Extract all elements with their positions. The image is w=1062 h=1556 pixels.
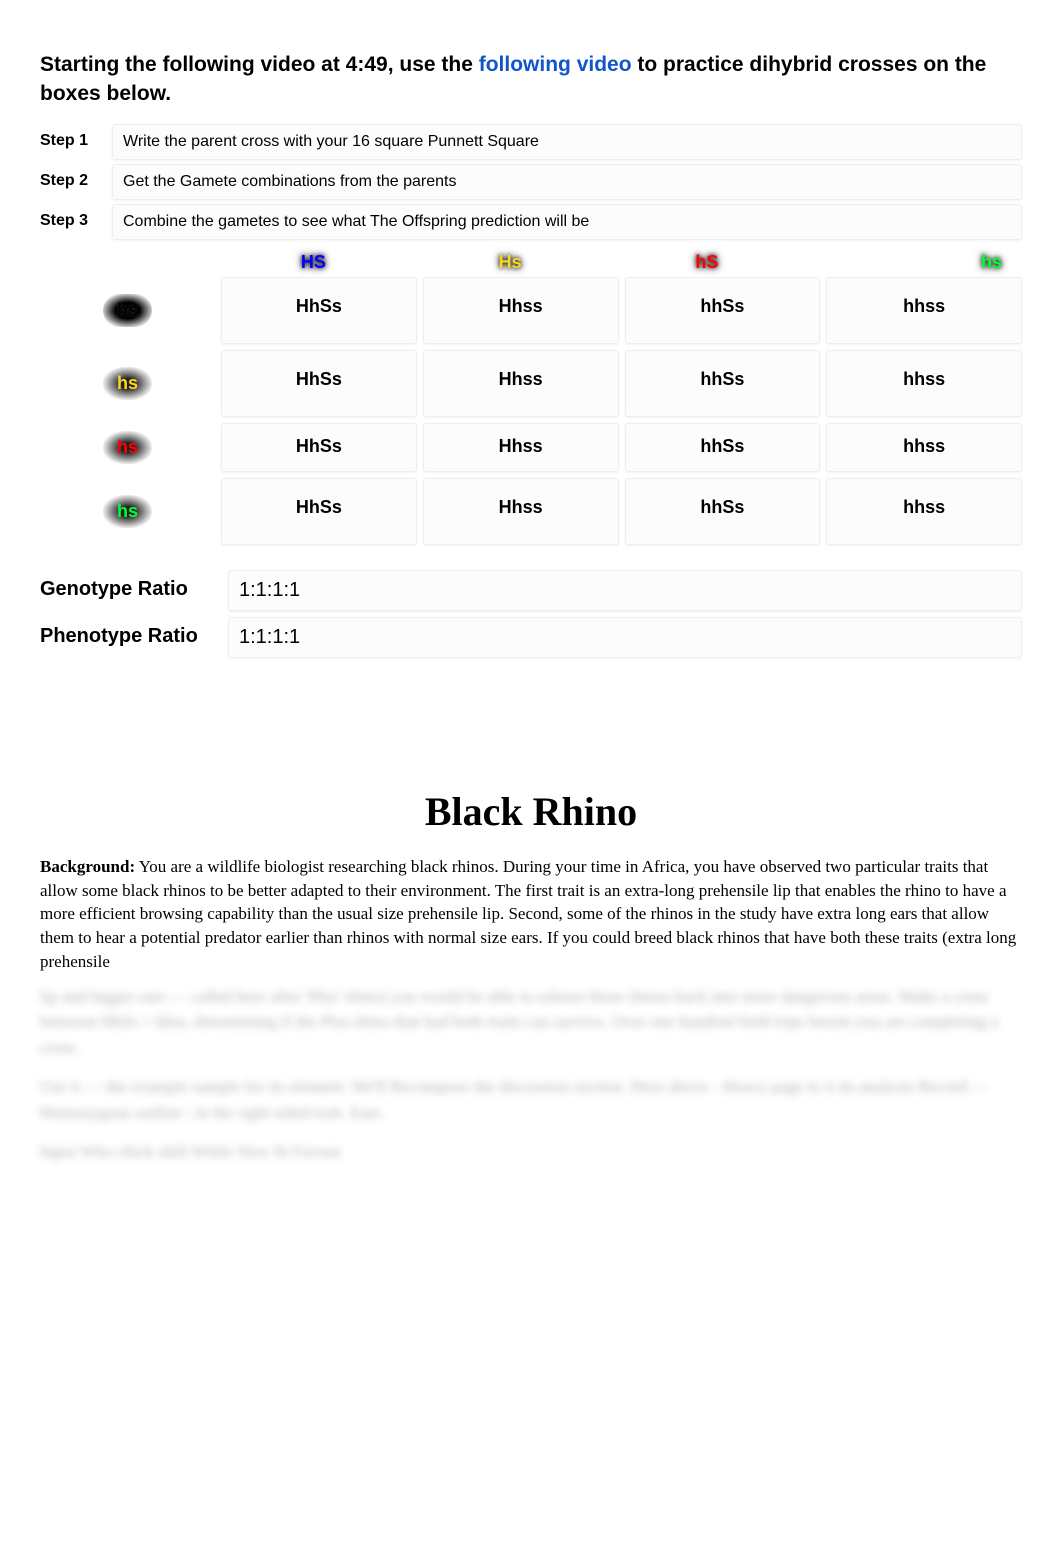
step-row-2: Step 2 Get the Gamete combinations from … (40, 164, 1022, 200)
col-header-2: Hs (412, 248, 609, 277)
faded-content: lip and bigger ears — called here after … (40, 984, 1022, 1165)
punnett-cell-4-2[interactable]: Hhss (423, 478, 619, 545)
row-header-3-text: hs (103, 431, 152, 464)
phenotype-ratio-row: Phenotype Ratio 1:1:1:1 (40, 617, 1022, 658)
genotype-ratio-input[interactable]: 1:1:1:1 (228, 570, 1022, 611)
corner-spacer (40, 248, 215, 277)
faded-line-2: Use it — the example sample for its elem… (40, 1074, 1022, 1125)
faded-line-3: Input Who chick skill While New fit Favo… (40, 1139, 1022, 1165)
punnett-cell-2-1[interactable]: HhSs (221, 350, 417, 417)
intro-heading: Starting the following video at 4:49, us… (40, 50, 1022, 109)
punnett-cell-1-2[interactable]: Hhss (423, 277, 619, 344)
punnett-cell-1-4[interactable]: hhss (826, 277, 1022, 344)
punnett-cell-2-4[interactable]: hhss (826, 350, 1022, 417)
punnett-cell-1-3[interactable]: hhSs (625, 277, 821, 344)
phenotype-ratio-label: Phenotype Ratio (40, 617, 220, 658)
row-header-2-text: hs (103, 367, 152, 400)
step-3-input[interactable]: Combine the gametes to see what The Offs… (112, 204, 1022, 240)
punnett-cell-2-3[interactable]: hhSs (625, 350, 821, 417)
genotype-ratio-row: Genotype Ratio 1:1:1:1 (40, 570, 1022, 611)
background-paragraph: Background: You are a wildlife biologist… (40, 855, 1022, 974)
row-header-2: hs (40, 350, 215, 417)
punnett-row-3: hs HhSs Hhss hhSs hhss (40, 423, 1022, 472)
punnett-cell-1-1[interactable]: HhSs (221, 277, 417, 344)
punnett-cell-2-2[interactable]: Hhss (423, 350, 619, 417)
col-header-1: HS (215, 248, 412, 277)
punnett-cell-4-3[interactable]: hhSs (625, 478, 821, 545)
punnett-row-1: hs HhSs Hhss hhSs hhss (40, 277, 1022, 344)
col-header-3: hS (609, 248, 806, 277)
punnett-cell-4-1[interactable]: HhSs (221, 478, 417, 545)
background-label: Background: (40, 857, 135, 876)
genotype-ratio-label: Genotype Ratio (40, 570, 220, 611)
punnett-row-2: hs HhSs Hhss hhSs hhss (40, 350, 1022, 417)
background-text: You are a wildlife biologist researching… (40, 857, 1016, 971)
following-video-link[interactable]: following video (479, 53, 632, 76)
phenotype-ratio-input[interactable]: 1:1:1:1 (228, 617, 1022, 658)
punnett-cell-3-1[interactable]: HhSs (221, 423, 417, 472)
step-2-input[interactable]: Get the Gamete combinations from the par… (112, 164, 1022, 200)
row-header-4-text: hs (103, 495, 152, 528)
punnett-cell-3-2[interactable]: Hhss (423, 423, 619, 472)
step-3-label: Step 3 (40, 204, 104, 240)
punnett-cell-4-4[interactable]: hhss (826, 478, 1022, 545)
faded-line-1: lip and bigger ears — called here after … (40, 984, 1022, 1061)
punnett-cell-3-4[interactable]: hhss (826, 423, 1022, 472)
step-1-input[interactable]: Write the parent cross with your 16 squa… (112, 124, 1022, 160)
row-header-3: hs (40, 423, 215, 472)
row-header-4: hs (40, 478, 215, 545)
black-rhino-title: Black Rhino (40, 788, 1022, 835)
intro-prefix: Starting the following video at 4:49, us… (40, 53, 479, 76)
step-row-3: Step 3 Combine the gametes to see what T… (40, 204, 1022, 240)
row-header-1-text: hs (103, 294, 152, 327)
step-1-label: Step 1 (40, 124, 104, 160)
punnett-square: HS Hs hS hs hs HhSs Hhss hhSs hhss hs Hh… (40, 248, 1022, 545)
punnett-col-headers: HS Hs hS hs (40, 248, 1022, 277)
col-header-4: hs (805, 248, 1022, 277)
step-row-1: Step 1 Write the parent cross with your … (40, 124, 1022, 160)
punnett-cell-3-3[interactable]: hhSs (625, 423, 821, 472)
row-header-1: hs (40, 277, 215, 344)
step-2-label: Step 2 (40, 164, 104, 200)
punnett-row-4: hs HhSs Hhss hhSs hhss (40, 478, 1022, 545)
